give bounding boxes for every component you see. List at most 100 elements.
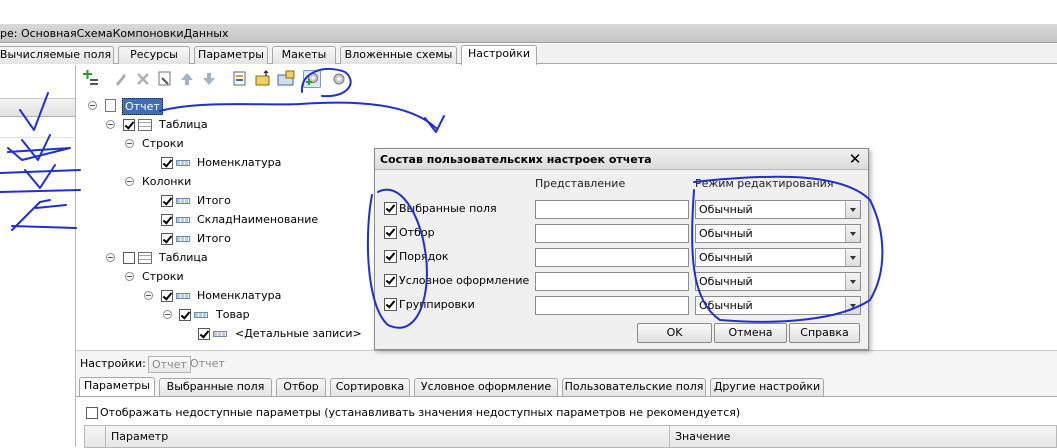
selected-fields-checkbox[interactable] <box>384 202 397 215</box>
conditional-formatting-mode-select[interactable]: Обычный <box>695 272 861 291</box>
tab-other-settings[interactable]: Другие настройки <box>710 378 824 396</box>
order-checkbox[interactable] <box>384 250 397 263</box>
tab-sorting[interactable]: Сортировка <box>330 378 410 396</box>
tab-calculated-fields[interactable]: Вычисляемые поля <box>0 46 114 64</box>
settings-toolbar <box>78 67 358 93</box>
tab-selected-fields[interactable]: Выбранные поля <box>159 378 272 396</box>
ok-button[interactable]: OK <box>637 323 712 343</box>
tree-node-checkbox[interactable] <box>179 309 191 321</box>
move-up-icon[interactable] <box>178 70 196 88</box>
group-icon[interactable] <box>231 70 249 88</box>
tree-node-nomenclature-1[interactable]: Номенклатура <box>80 154 300 172</box>
structure-left-pane <box>0 65 76 447</box>
tab-parameters-bottom[interactable]: Параметры <box>79 377 155 397</box>
order-presentation-input[interactable] <box>535 248 689 267</box>
tree-node-checkbox[interactable] <box>161 157 173 169</box>
chevron-down-icon[interactable] <box>845 249 860 266</box>
chevron-down-icon[interactable] <box>845 273 860 290</box>
grid-col-value[interactable]: Значение <box>675 430 730 443</box>
field-icon <box>176 236 190 242</box>
collapse-icon[interactable] <box>106 120 115 129</box>
collapse-icon[interactable] <box>144 291 153 300</box>
tree-node-rows-1[interactable]: Строки <box>80 135 240 153</box>
collapse-icon[interactable] <box>125 272 134 281</box>
chevron-down-icon[interactable] <box>845 201 860 218</box>
field-icon <box>176 160 190 166</box>
tab-user-fields[interactable]: Пользовательские поля <box>562 378 706 396</box>
close-icon[interactable]: ✕ <box>848 152 862 167</box>
tab-filter[interactable]: Отбор <box>276 378 326 396</box>
show-unavailable-checkbox[interactable] <box>86 407 98 419</box>
tree-node-goods[interactable]: Товар <box>80 306 300 324</box>
cancel-button[interactable]: Отмена <box>714 323 787 343</box>
collapse-icon[interactable] <box>125 139 134 148</box>
groupings-presentation-input[interactable] <box>535 296 689 315</box>
conditional-formatting-presentation-input[interactable] <box>535 272 689 291</box>
tab-layouts[interactable]: Макеты <box>272 46 336 64</box>
tab-conditional-formatting[interactable]: Условное оформление <box>414 378 558 396</box>
groupings-mode-select[interactable]: Обычный <box>695 296 861 315</box>
tree-node-label: Отчет <box>122 98 163 115</box>
tree-node-checkbox[interactable] <box>161 195 173 207</box>
add-icon[interactable] <box>82 70 100 88</box>
order-mode-select[interactable]: Обычный <box>695 248 861 267</box>
collapse-icon[interactable] <box>125 177 134 186</box>
tab-resources[interactable]: Ресурсы <box>118 46 190 64</box>
edit-icon[interactable] <box>112 70 130 88</box>
chevron-down-icon[interactable] <box>845 225 860 242</box>
tree-node-total-1[interactable]: Итого <box>80 192 300 210</box>
tree-node-checkbox[interactable] <box>161 290 173 302</box>
tree-node-total-2[interactable]: Итого <box>80 230 300 248</box>
tree-node-warehouse[interactable]: СкладНаименование <box>80 211 320 229</box>
tree-node-checkbox[interactable] <box>198 328 210 340</box>
tree-node-checkbox[interactable] <box>161 214 173 226</box>
tree-node-table-2[interactable]: Таблица <box>80 249 240 267</box>
show-unavailable-label: Отображать недоступные параметры (устана… <box>100 406 741 419</box>
options-icon[interactable] <box>330 70 348 88</box>
tree-node-label: Колонки <box>142 175 192 188</box>
groupings-checkbox[interactable] <box>384 298 397 311</box>
user-settings-icon[interactable] <box>303 70 321 88</box>
filter-checkbox[interactable] <box>384 226 397 239</box>
settings-report-button[interactable]: Отчет <box>148 356 191 373</box>
tree-node-label: Номенклатура <box>197 156 282 169</box>
tree-node-checkbox[interactable] <box>161 233 173 245</box>
grid-divider <box>669 426 670 447</box>
properties-icon[interactable] <box>156 70 174 88</box>
move-down-icon[interactable] <box>200 70 218 88</box>
conditional-formatting-checkbox[interactable] <box>384 274 397 287</box>
tab-parameters[interactable]: Параметры <box>194 46 268 64</box>
settings-report-value: Отчет <box>190 357 225 370</box>
tree-node-table-1[interactable]: Таблица <box>80 116 240 134</box>
help-button[interactable]: Справка <box>789 323 860 343</box>
selected-fields-presentation-input[interactable] <box>535 200 689 219</box>
chevron-down-icon[interactable] <box>845 297 860 314</box>
filter-presentation-input[interactable] <box>535 224 689 243</box>
field-icon <box>213 331 227 337</box>
select-value: Обычный <box>699 203 753 216</box>
tree-node-nomenclature-2[interactable]: Номенклатура <box>80 287 300 305</box>
arrow-head-annotation <box>424 115 445 133</box>
tree-node-checkbox[interactable] <box>123 252 135 264</box>
selected-fields-mode-select[interactable]: Обычный <box>695 200 861 219</box>
table-icon[interactable] <box>277 70 295 88</box>
tree-node-label: Таблица <box>159 251 208 264</box>
select-value: Обычный <box>699 227 753 240</box>
collapse-icon[interactable] <box>106 253 115 262</box>
tab-settings[interactable]: Настройки <box>461 45 537 65</box>
delete-icon[interactable] <box>134 70 152 88</box>
insert-icon[interactable] <box>254 70 272 88</box>
tree-node-label: <Детальные записи> <box>235 327 362 340</box>
tree-node-report[interactable]: Отчет <box>80 97 200 115</box>
tree-node-rows-2[interactable]: Строки <box>80 268 240 286</box>
tab-nested-schemas[interactable]: Вложенные схемы <box>340 46 457 64</box>
filter-mode-select[interactable]: Обычный <box>695 224 861 243</box>
collapse-icon[interactable] <box>163 310 172 319</box>
tree-node-details[interactable]: <Детальные записи> <box>80 325 370 343</box>
collapse-icon[interactable] <box>88 101 97 110</box>
table-icon <box>138 119 152 131</box>
tree-node-columns[interactable]: Колонки <box>80 173 240 191</box>
window-title-bar: ре: ОсновнаяСхемаКомпоновкиДанных <box>0 24 1057 43</box>
tree-node-checkbox[interactable] <box>123 119 135 131</box>
grid-col-param[interactable]: Параметр <box>111 430 168 443</box>
